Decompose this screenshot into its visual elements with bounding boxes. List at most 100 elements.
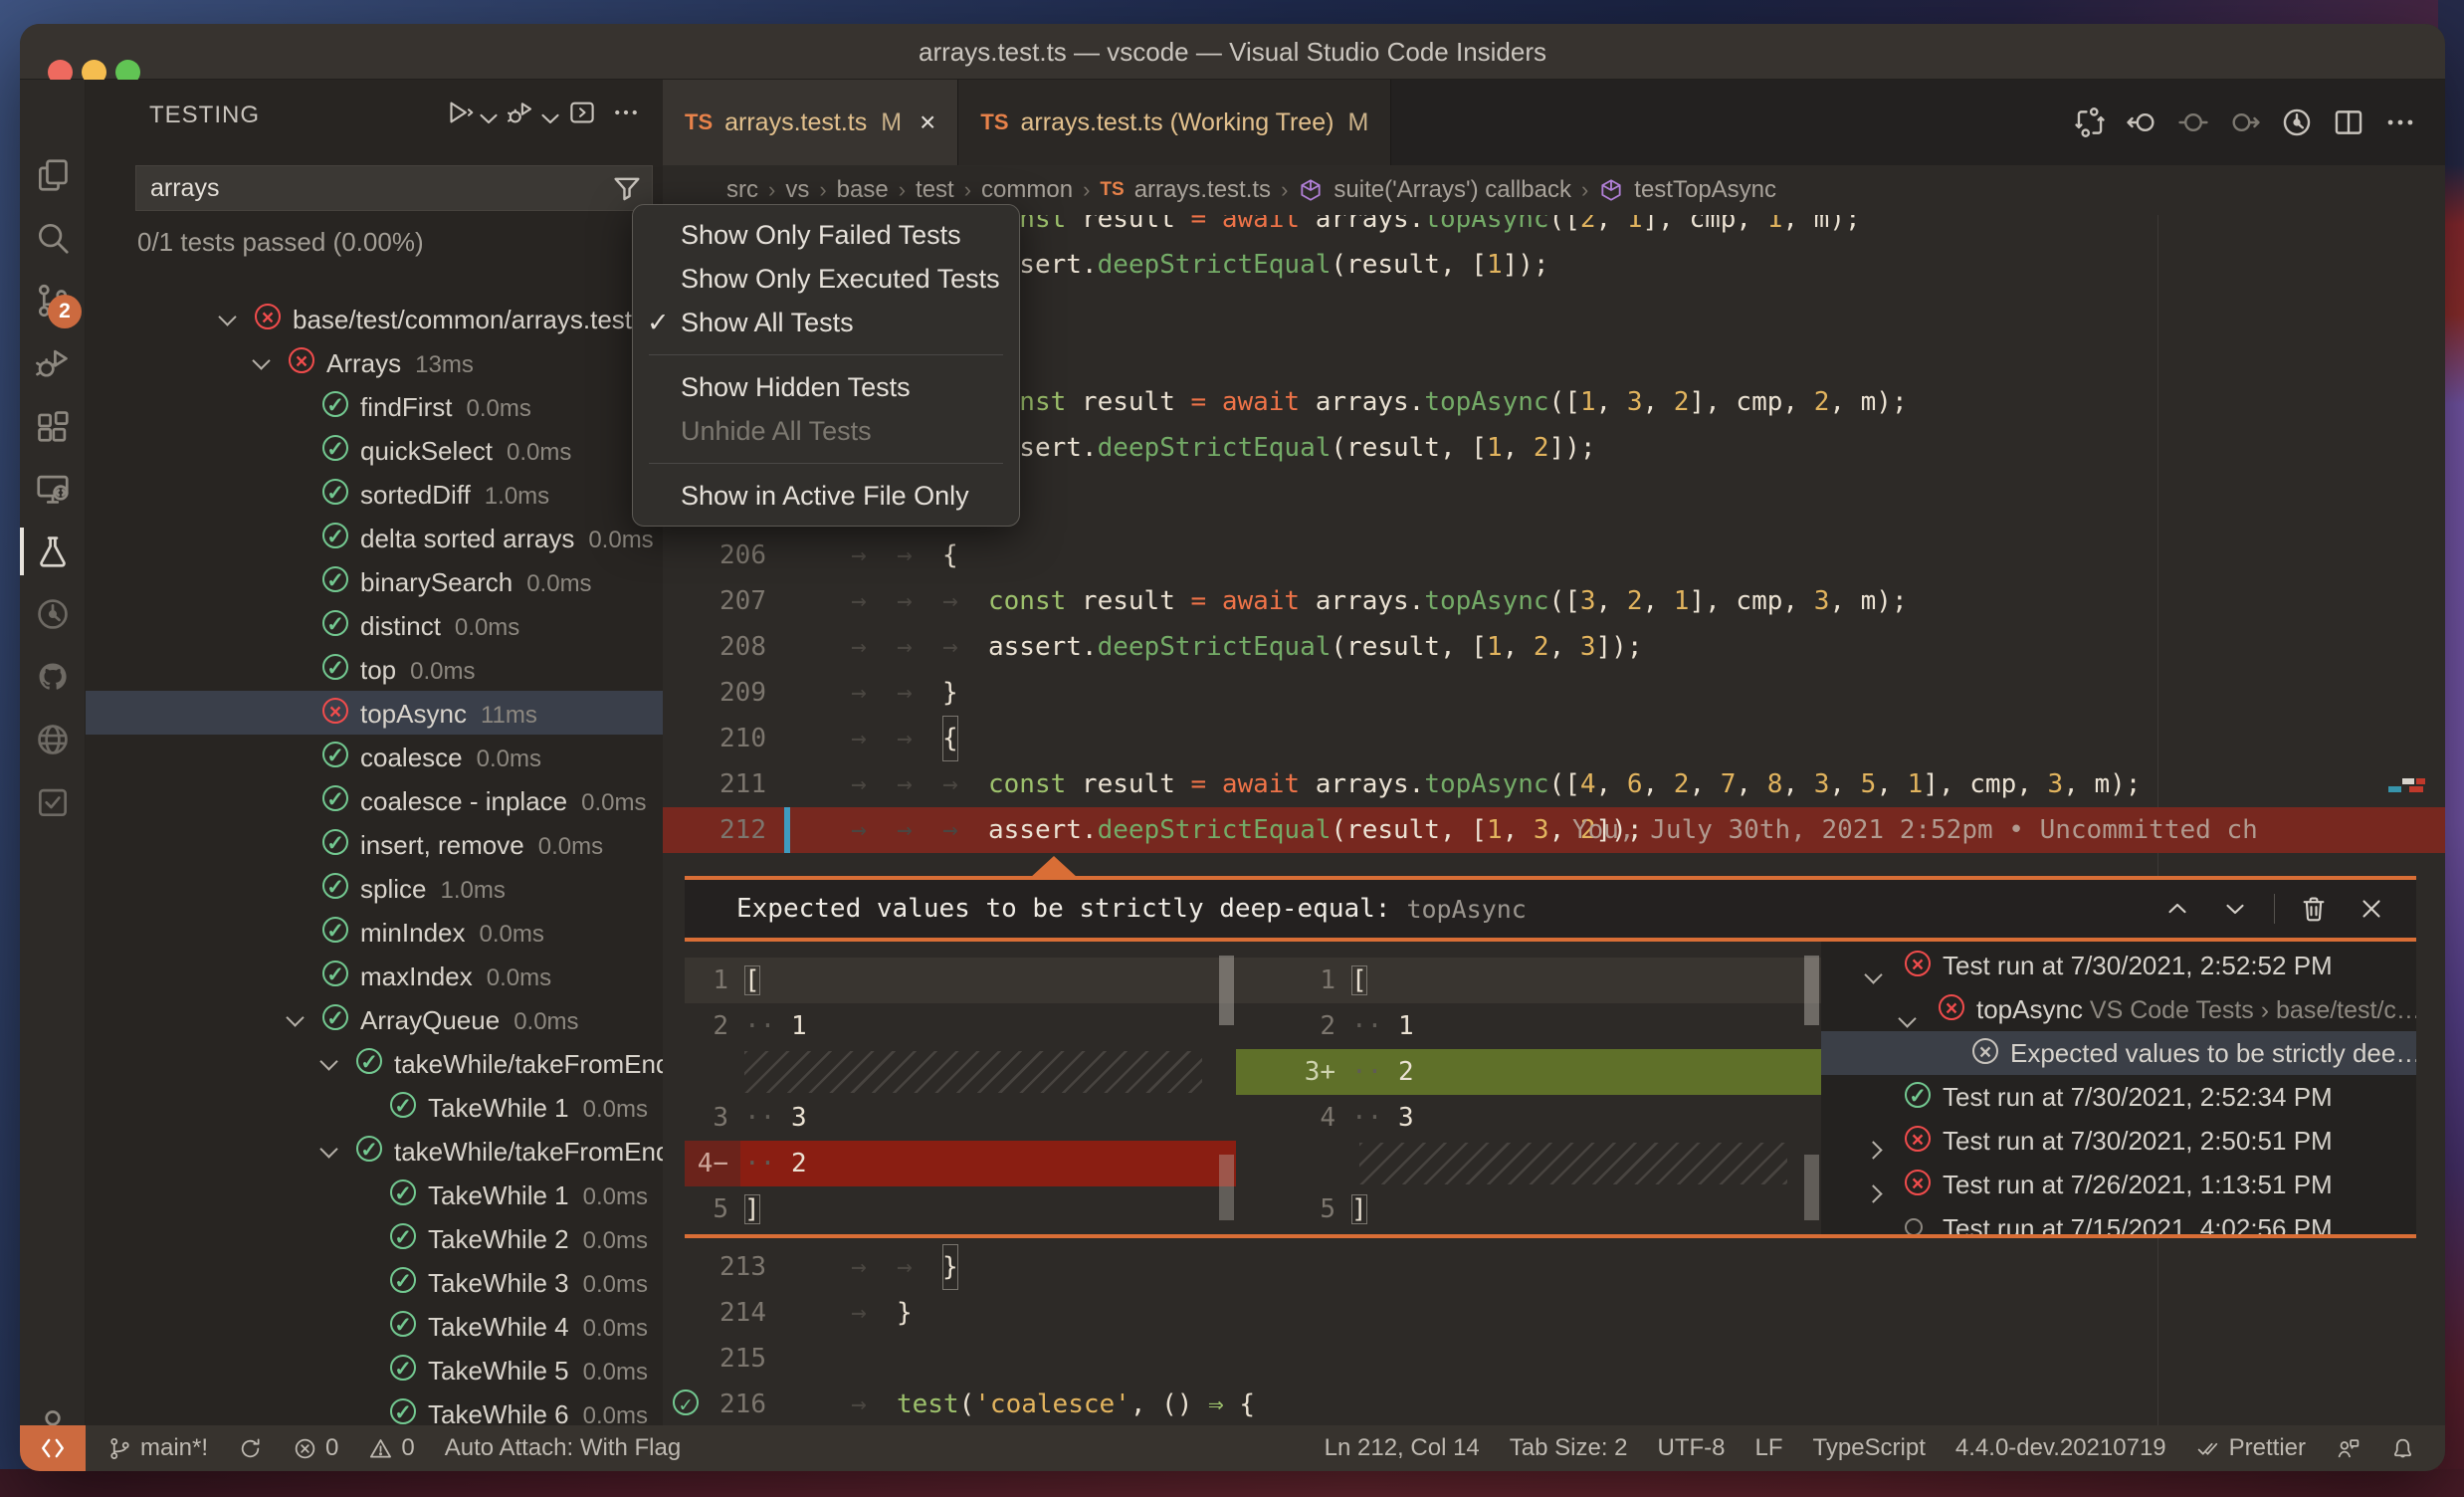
menu-item[interactable]: Show All Tests✓: [633, 301, 1019, 344]
test-tree-item[interactable]: ✓TakeWhile 50.0ms: [86, 1348, 663, 1391]
test-tree-item[interactable]: ✓top0.0ms: [86, 647, 663, 691]
test-tree-item[interactable]: ✓takeWhile/takeFromEndWhile monotonous0.…: [86, 1129, 663, 1173]
menu-item[interactable]: Show Only Failed Tests: [633, 213, 1019, 257]
test-tree-item[interactable]: ✓maxIndex0.0ms: [86, 954, 663, 997]
menu-item[interactable]: Show Only Executed Tests: [633, 257, 1019, 301]
test-tree-item[interactable]: ✓minIndex0.0ms: [86, 910, 663, 954]
breadcrumb-item[interactable]: vs: [785, 176, 809, 204]
chevron-right-icon: [1867, 1133, 1880, 1163]
warnings-status[interactable]: 0: [368, 1434, 414, 1462]
close-tab-icon[interactable]: ×: [920, 107, 935, 138]
menu-item[interactable]: Show in Active File Only: [633, 474, 1019, 518]
breadcrumb-item[interactable]: src: [726, 176, 758, 204]
activity-item-tasks[interactable]: [20, 770, 86, 834]
test-tree-item[interactable]: ✓insert, remove0.0ms: [86, 822, 663, 866]
sync-status[interactable]: [238, 1436, 263, 1461]
editor-toolbar-previous-change-button[interactable]: [2121, 102, 2162, 143]
gutter-test-pass-icon[interactable]: ✓: [673, 1390, 699, 1415]
ts-version-status[interactable]: 4.4.0-dev.20210719: [1955, 1434, 2166, 1462]
notifications-button[interactable]: [2390, 1436, 2415, 1461]
test-tree-item[interactable]: ✓findFirst0.0ms: [86, 384, 663, 428]
test-tree-item[interactable]: ✓TakeWhile 10.0ms: [86, 1173, 663, 1216]
editor-toolbar-split-editor-button[interactable]: [2328, 102, 2369, 143]
remote-indicator[interactable]: [20, 1425, 86, 1471]
test-tree-item[interactable]: ✓TakeWhile 20.0ms: [86, 1216, 663, 1260]
language-status[interactable]: TypeScript: [1813, 1434, 1926, 1462]
prettier-status[interactable]: Prettier: [2196, 1434, 2306, 1462]
test-tree-item[interactable]: ✓ArrayQueue0.0ms: [86, 997, 663, 1041]
indentation-status[interactable]: Tab Size: 2: [1510, 1434, 1628, 1462]
test-tree-item[interactable]: ×base/test/common/arrays.test.ts13ms: [86, 297, 663, 340]
editor-tab[interactable]: TSarrays.test.ts (Working Tree)M: [958, 80, 1391, 165]
test-run-item[interactable]: Test run at 7/15/2021, 4:02:56 PM: [1821, 1206, 2416, 1234]
breadcrumb-item[interactable]: test: [916, 176, 954, 204]
cursor-position[interactable]: Ln 212, Col 14: [1325, 1434, 1480, 1462]
test-run-item[interactable]: ×topAsync VS Code Tests › base/test/c…: [1821, 987, 2416, 1031]
auto-attach-status[interactable]: Auto Attach: With Flag: [445, 1434, 681, 1462]
test-tree-item[interactable]: ✓delta sorted arrays0.0ms: [86, 516, 663, 559]
activity-item-github[interactable]: [20, 645, 86, 709]
test-tree-item[interactable]: ×Arrays13ms: [86, 340, 663, 384]
activity-item-search[interactable]: [20, 206, 86, 270]
activity-item-azure[interactable]: [20, 708, 86, 771]
feedback-button[interactable]: [2336, 1436, 2361, 1461]
test-run-item[interactable]: ×Expected values to be strictly dee…: [1821, 1031, 2416, 1075]
errors-status[interactable]: 0: [293, 1434, 338, 1462]
activity-item-remote-explorer[interactable]: [20, 457, 86, 521]
peek-next-match-button[interactable]: [2216, 890, 2254, 928]
editor-toolbar-next-change-button[interactable]: [2224, 102, 2266, 143]
activity-item-explorer[interactable]: [20, 143, 86, 207]
activity-item-extensions[interactable]: [20, 394, 86, 458]
test-tree-item[interactable]: ✓quickSelect0.0ms: [86, 428, 663, 472]
test-tree-item[interactable]: ✓coalesce - inplace0.0ms: [86, 778, 663, 822]
activity-item-run-debug[interactable]: [20, 331, 86, 395]
eol-status[interactable]: LF: [1755, 1434, 1783, 1462]
breadcrumb-item[interactable]: base: [837, 176, 889, 204]
testing-toolbar-open-output-button[interactable]: [563, 94, 601, 131]
breadcrumb-item[interactable]: suite('Arrays') callback: [1334, 176, 1571, 204]
test-run-item[interactable]: ✓Test run at 7/30/2021, 2:52:34 PM: [1821, 1075, 2416, 1119]
test-tree-item[interactable]: ✓binarySearch0.0ms: [86, 559, 663, 603]
breadcrumb-item[interactable]: common: [981, 176, 1073, 204]
test-tree-item[interactable]: ✓splice1.0ms: [86, 866, 663, 910]
test-tree-item[interactable]: ✓TakeWhile 60.0ms: [86, 1391, 663, 1425]
peek-trash-button[interactable]: [2295, 890, 2333, 928]
test-filter-input[interactable]: [136, 174, 610, 203]
peek-previous-match-button[interactable]: [2158, 890, 2196, 928]
editor-toolbar-timeline-button[interactable]: [2276, 102, 2318, 143]
title-bar[interactable]: arrays.test.ts — vscode — Visual Studio …: [20, 24, 2445, 80]
test-tree-item[interactable]: ×topAsync11ms: [86, 691, 663, 735]
activity-item-source-control[interactable]: 2: [20, 269, 86, 332]
filter-icon[interactable]: [610, 171, 644, 205]
test-run-item[interactable]: ×Test run at 7/30/2021, 2:50:51 PM: [1821, 1119, 2416, 1163]
editor-toolbar-current-change-button[interactable]: [2172, 102, 2214, 143]
test-tree-item[interactable]: ✓TakeWhile 30.0ms: [86, 1260, 663, 1304]
diff-pane-expected[interactable]: 1[2·· 13+·· 24·· 35]: [1236, 942, 1821, 1234]
testing-toolbar-run-all-button[interactable]: [440, 94, 496, 131]
branch-status[interactable]: main*!: [107, 1434, 208, 1462]
breadcrumb-item[interactable]: testTopAsync: [1634, 176, 1776, 204]
test-tree-item[interactable]: ✓TakeWhile 40.0ms: [86, 1304, 663, 1348]
test-tree-item[interactable]: ✓TakeWhile 10.0ms: [86, 1085, 663, 1129]
test-tree-item[interactable]: ✓sortedDiff1.0ms: [86, 472, 663, 516]
editor-tab[interactable]: TSarrays.test.tsM×: [663, 80, 958, 165]
testing-toolbar-debug-all-button[interactable]: [502, 94, 557, 131]
tab-whitespace-arrow: →: [851, 533, 867, 578]
diff-pane-actual[interactable]: 1[2·· 13·· 34−·· 25]: [685, 942, 1236, 1234]
menu-item[interactable]: Show Hidden Tests: [633, 365, 1019, 409]
testing-toolbar-more-button[interactable]: [607, 94, 645, 131]
editor-toolbar-more-button[interactable]: [2379, 102, 2421, 143]
breadcrumb-item[interactable]: arrays.test.ts: [1134, 176, 1271, 204]
activity-item-testing[interactable]: [20, 520, 86, 583]
diff-scrollbar-thumb[interactable]: [1804, 956, 1819, 1025]
encoding-status[interactable]: UTF-8: [1658, 1434, 1726, 1462]
diff-scrollbar-thumb[interactable]: [1219, 956, 1234, 1025]
test-run-item[interactable]: ×Test run at 7/26/2021, 1:13:51 PM: [1821, 1163, 2416, 1206]
test-tree-item[interactable]: ✓takeWhile/takeFromEndWhile0.0ms: [86, 1041, 663, 1085]
peek-close-button[interactable]: [2353, 890, 2390, 928]
test-tree-item[interactable]: ✓distinct0.0ms: [86, 603, 663, 647]
test-tree-item[interactable]: ✓coalesce0.0ms: [86, 735, 663, 778]
activity-item-timeline[interactable]: [20, 582, 86, 646]
editor-toolbar-compare-changes-button[interactable]: [2069, 102, 2111, 143]
test-run-item[interactable]: ×Test run at 7/30/2021, 2:52:52 PM: [1821, 944, 2416, 987]
